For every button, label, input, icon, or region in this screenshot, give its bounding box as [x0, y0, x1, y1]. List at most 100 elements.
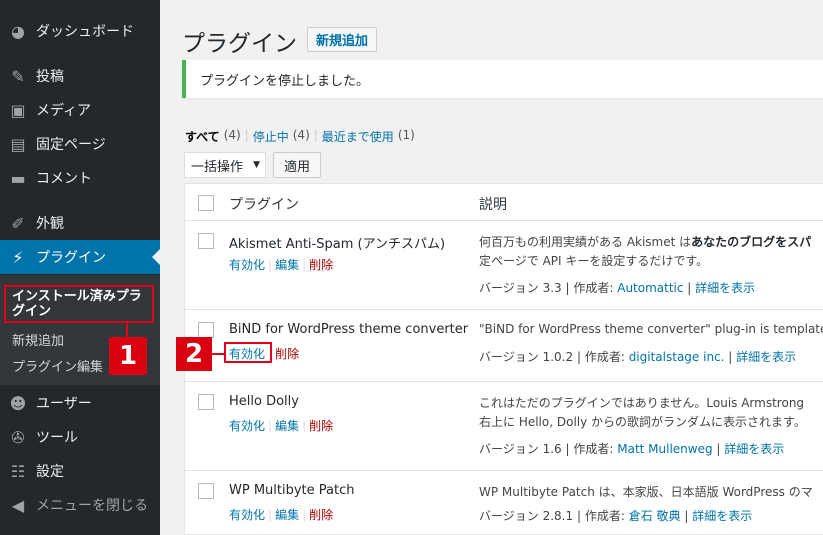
- plugin-description-line2: 右上に Hello, Dolly からの歌詞がランダムに表示されます。: [479, 415, 806, 429]
- bulk-action-select[interactable]: 一括操作 ▼: [184, 152, 266, 178]
- sidebar-item-users[interactable]: ☻ ユーザー: [0, 386, 160, 420]
- main-content: プラグイン 新規追加 プラグインを停止しました。 すべて (4) | 停止中 (…: [160, 0, 823, 535]
- details-link[interactable]: 詳細を表示: [736, 350, 796, 364]
- activate-highlight: [224, 342, 272, 363]
- sidebar-item-label: ダッシュボード: [36, 24, 134, 40]
- column-plugin: プラグイン: [229, 197, 299, 213]
- delete-link[interactable]: 削除: [309, 258, 333, 272]
- sidebar-item-media[interactable]: ▣ メディア: [0, 93, 160, 127]
- settings-icon: ☷: [10, 461, 26, 481]
- table-row: Akismet Anti-Spam (アンチスパム) 有効化 | 編集 | 削除 何百万…: [185, 221, 823, 310]
- sidebar-item-comments[interactable]: ▬ コメント: [0, 161, 160, 195]
- filter-sep: |: [244, 128, 249, 142]
- author-link[interactable]: 倉石 敬典: [629, 509, 681, 523]
- filter-inactive-count: (4): [292, 128, 310, 142]
- user-icon: ☻: [9, 393, 27, 413]
- sidebar-item-posts[interactable]: ✎ 投稿: [0, 59, 160, 93]
- callout-connector: [126, 322, 128, 338]
- plugin-meta: バージョン 3.3 | 作成者: Automattic | 詳細を表示: [479, 281, 756, 295]
- filter-all[interactable]: すべて: [185, 128, 220, 145]
- plugin-description: 何百万もの利用実績がある Akismet はあなたのブログをスパ: [479, 235, 812, 249]
- sidebar-item-label: メニューを閉じる: [36, 498, 148, 514]
- table-row: WP Multibyte Patch 有効化 | 編集 | 削除 WP Multibyt…: [185, 471, 823, 534]
- plugin-name: Akismet Anti-Spam (アンチスパム): [229, 237, 446, 252]
- submenu-add-new[interactable]: 新規追加: [12, 330, 64, 349]
- table-row: BiND for WordPress theme converter 有効化|削…: [185, 310, 823, 382]
- row-actions: 有効化 | 編集 | 削除: [229, 419, 334, 433]
- plugin-name: Hello Dolly: [229, 394, 299, 409]
- details-link[interactable]: 詳細を表示: [724, 442, 784, 456]
- plugin-meta: バージョン 1.0.2 | 作成者: digitalstage inc. | 詳…: [479, 350, 797, 364]
- wrench-icon: ✇: [11, 427, 25, 447]
- activate-link[interactable]: 有効化: [229, 508, 265, 522]
- callout-connector: [211, 353, 225, 355]
- plugin-filters: すべて (4) | 停止中 (4) | 最近まで使用 (1): [185, 128, 415, 145]
- sidebar-item-label: 固定ページ: [36, 137, 106, 153]
- add-new-button[interactable]: 新規追加: [307, 27, 378, 52]
- details-link[interactable]: 詳細を表示: [695, 281, 755, 295]
- success-notice: プラグインを停止しました。: [182, 60, 823, 98]
- sidebar-item-label: コメント: [36, 171, 92, 187]
- collapse-icon: ◀: [11, 495, 25, 515]
- callout-number-1: 1: [109, 337, 147, 375]
- sidebar-item-collapse[interactable]: ◀ メニューを閉じる: [0, 488, 160, 522]
- table-header: プラグイン 説明: [185, 184, 823, 221]
- sidebar-item-pages[interactable]: ▤ 固定ページ: [0, 127, 160, 161]
- plugin-name: BiND for WordPress theme converter: [229, 322, 469, 337]
- row-checkbox[interactable]: [198, 394, 214, 410]
- plugin-meta: バージョン 2.8.1 | 作成者: 倉石 敬典 | 詳細を表示: [479, 509, 753, 523]
- row-actions: 有効化 | 編集 | 削除: [229, 258, 334, 272]
- row-checkbox[interactable]: [198, 233, 214, 249]
- pin-icon: ✎: [11, 66, 25, 86]
- plugin-name: WP Multibyte Patch: [229, 483, 355, 498]
- sidebar-item-label: プラグイン: [36, 250, 106, 266]
- filter-sep: |: [313, 128, 318, 142]
- row-actions: 有効化 | 編集 | 削除: [229, 508, 334, 522]
- author-link[interactable]: Automattic: [617, 281, 683, 295]
- edit-link[interactable]: 編集: [275, 258, 299, 272]
- author-link[interactable]: digitalstage inc.: [629, 350, 725, 364]
- admin-sidebar: ◕ ダッシュボード ✎ 投稿 ▣ メディア ▤ 固定ページ ▬ コメント ✐ 外…: [0, 0, 160, 535]
- submenu-installed-plugins[interactable]: インストール済みプラグイン: [4, 285, 154, 323]
- column-description: 説明: [479, 197, 507, 213]
- sidebar-item-label: 外観: [36, 216, 64, 232]
- plugins-table: プラグイン 説明 Akismet Anti-Spam (アンチスパム) 有効化 |…: [184, 183, 823, 535]
- chevron-down-icon: ▼: [253, 160, 260, 170]
- delete-link[interactable]: 削除: [309, 508, 333, 522]
- row-checkbox[interactable]: [198, 483, 214, 499]
- table-row: Hello Dolly 有効化 | 編集 | 削除 これはただのプラグインではありません…: [185, 382, 823, 471]
- row-checkbox[interactable]: [198, 322, 214, 338]
- notice-text: プラグインを停止しました。: [200, 73, 370, 89]
- filter-recent-count: (1): [397, 128, 415, 142]
- brush-icon: ✐: [11, 213, 25, 233]
- edit-link[interactable]: 編集: [275, 508, 299, 522]
- sidebar-item-label: ツール: [36, 430, 78, 446]
- plugin-description: "BiND for WordPress theme converter" plu…: [479, 322, 823, 336]
- dashboard-icon: ◕: [11, 21, 25, 41]
- activate-link[interactable]: 有効化: [229, 258, 265, 272]
- author-link[interactable]: Matt Mullenweg: [617, 442, 712, 456]
- submenu-plugin-editor[interactable]: プラグイン編集: [12, 356, 103, 375]
- page-icon: ▤: [10, 134, 26, 154]
- sidebar-item-label: メディア: [36, 103, 92, 119]
- delete-link[interactable]: 削除: [275, 347, 299, 361]
- filter-inactive[interactable]: 停止中: [253, 128, 289, 145]
- filter-all-count: (4): [223, 128, 241, 142]
- edit-link[interactable]: 編集: [275, 419, 299, 433]
- apply-button[interactable]: 適用: [273, 152, 322, 178]
- sidebar-item-appearance[interactable]: ✐ 外観: [0, 206, 160, 240]
- bulk-action-label: 一括操作: [191, 159, 244, 175]
- filter-recent[interactable]: 最近まで使用: [322, 128, 394, 145]
- sidebar-item-plugins[interactable]: ⚡ プラグイン: [0, 240, 160, 274]
- select-all-checkbox[interactable]: [198, 195, 214, 211]
- delete-link[interactable]: 削除: [309, 419, 333, 433]
- plugin-description: これはただのプラグインではありません。Louis Armstrong: [479, 396, 805, 410]
- activate-link[interactable]: 有効化: [229, 419, 265, 433]
- sidebar-item-tools[interactable]: ✇ ツール: [0, 420, 160, 454]
- plugin-description-line2: 定ページで API キーを設定するだけです。: [479, 254, 709, 268]
- sidebar-item-label: ユーザー: [36, 396, 92, 412]
- details-link[interactable]: 詳細を表示: [692, 509, 752, 523]
- sidebar-item-settings[interactable]: ☷ 設定: [0, 454, 160, 488]
- plugin-description: WP Multibyte Patch は、本家版、日本語版 WordPress …: [479, 485, 813, 499]
- sidebar-item-dashboard[interactable]: ◕ ダッシュボード: [0, 14, 160, 48]
